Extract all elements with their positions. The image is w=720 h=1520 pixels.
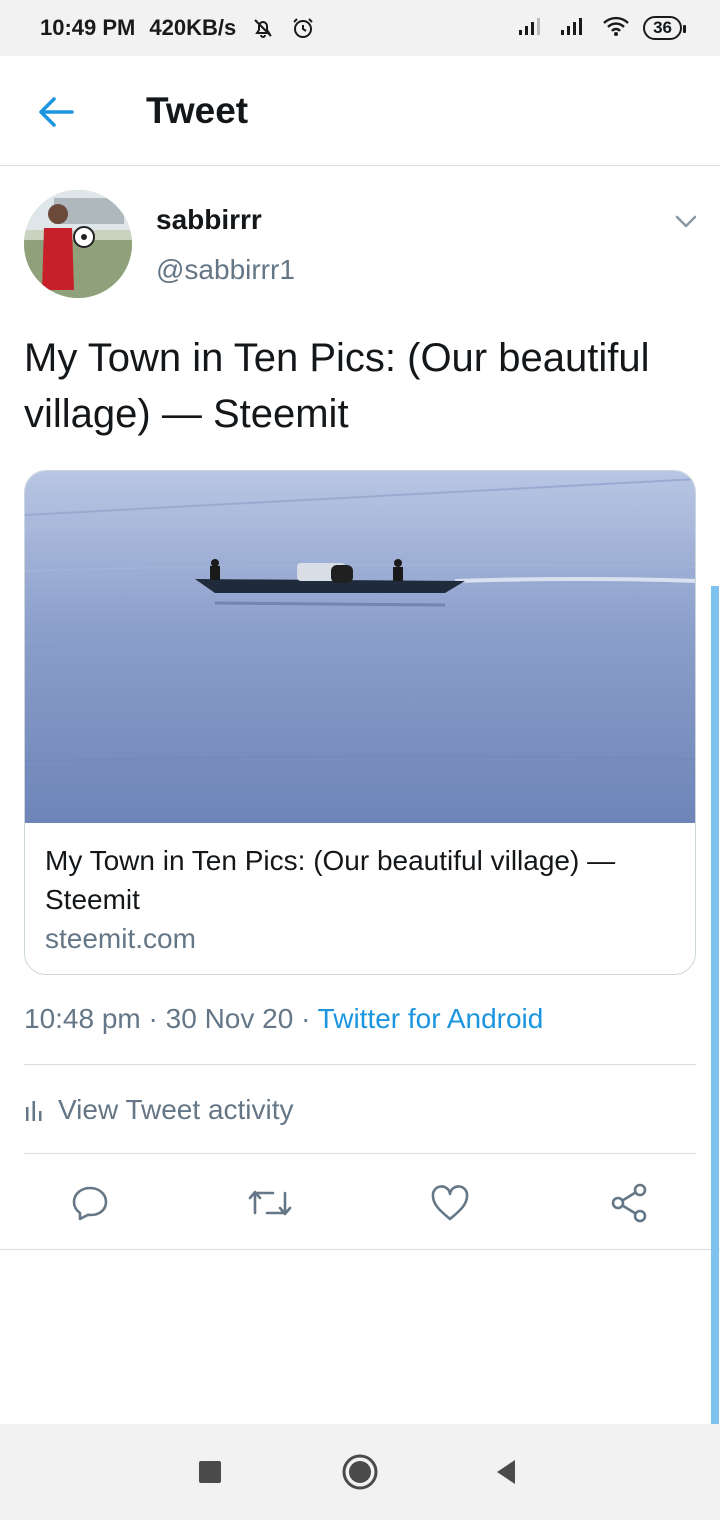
bar-chart-icon xyxy=(26,1101,42,1121)
app-header: Tweet xyxy=(0,56,720,166)
battery-indicator: 36 xyxy=(643,16,686,40)
tweet-source-link[interactable]: Twitter for Android xyxy=(318,1003,544,1034)
meta-separator: · xyxy=(301,1003,311,1034)
signal-icon xyxy=(517,16,547,41)
retweet-button[interactable] xyxy=(246,1180,294,1226)
tweet-time: 10:48 pm xyxy=(24,1003,141,1034)
home-icon xyxy=(342,1454,378,1490)
system-nav-bar xyxy=(0,1424,720,1520)
avatar[interactable] xyxy=(24,190,132,298)
tweet-date: 30 Nov 20 xyxy=(165,1003,294,1034)
view-activity-button[interactable]: View Tweet activity xyxy=(24,1090,294,1130)
wifi-icon xyxy=(601,15,631,42)
status-right: 36 xyxy=(517,15,686,42)
status-bar: 10:49 PM 420KB/s 36 xyxy=(0,0,720,56)
tweet-text: My Town in Ten Pics: (Our beautiful vill… xyxy=(24,336,650,436)
recents-icon xyxy=(199,1461,221,1483)
tweet-action-bar xyxy=(0,1170,720,1236)
alarm-icon xyxy=(290,15,316,41)
avatar-photo xyxy=(24,190,132,298)
author-name[interactable]: sabbirrr xyxy=(156,204,262,236)
tweet-options-button[interactable] xyxy=(668,206,704,236)
like-button[interactable] xyxy=(426,1180,474,1226)
home-button[interactable] xyxy=(336,1448,384,1496)
back-button[interactable] xyxy=(32,92,80,132)
divider xyxy=(0,1249,720,1250)
share-button[interactable] xyxy=(605,1180,653,1226)
nav-back-button[interactable] xyxy=(482,1448,530,1496)
card-domain: steemit.com xyxy=(45,923,196,954)
status-time: 10:49 PM xyxy=(40,15,136,40)
divider xyxy=(24,1153,696,1154)
meta-separator: · xyxy=(148,1003,158,1034)
tweet-meta: 10:48 pm · 30 Nov 20 · Twitter for Andro… xyxy=(24,1003,543,1035)
back-arrow-icon xyxy=(39,97,74,127)
scrollbar[interactable] xyxy=(711,586,719,1424)
mute-icon xyxy=(250,15,276,41)
card-image xyxy=(25,471,695,823)
signal-icon xyxy=(559,16,589,41)
divider xyxy=(24,1064,696,1065)
chevron-down-icon xyxy=(675,215,697,228)
page-title: Tweet xyxy=(146,90,249,131)
card-title: My Town in Ten Pics: (Our beautiful vill… xyxy=(45,845,616,915)
retweet-icon xyxy=(248,1190,292,1216)
reply-icon xyxy=(72,1186,108,1221)
view-activity-label: View Tweet activity xyxy=(58,1094,294,1125)
status-left: 10:49 PM 420KB/s xyxy=(40,15,316,41)
share-icon xyxy=(611,1183,647,1223)
reply-button[interactable] xyxy=(66,1180,114,1226)
author-handle[interactable]: @sabbirrr1 xyxy=(156,254,295,286)
network-speed: 420KB/s xyxy=(149,15,237,40)
link-card[interactable]: My Town in Ten Pics: (Our beautiful vill… xyxy=(24,470,696,975)
like-icon xyxy=(431,1185,469,1221)
back-icon xyxy=(497,1460,515,1484)
recents-button[interactable] xyxy=(186,1448,234,1496)
